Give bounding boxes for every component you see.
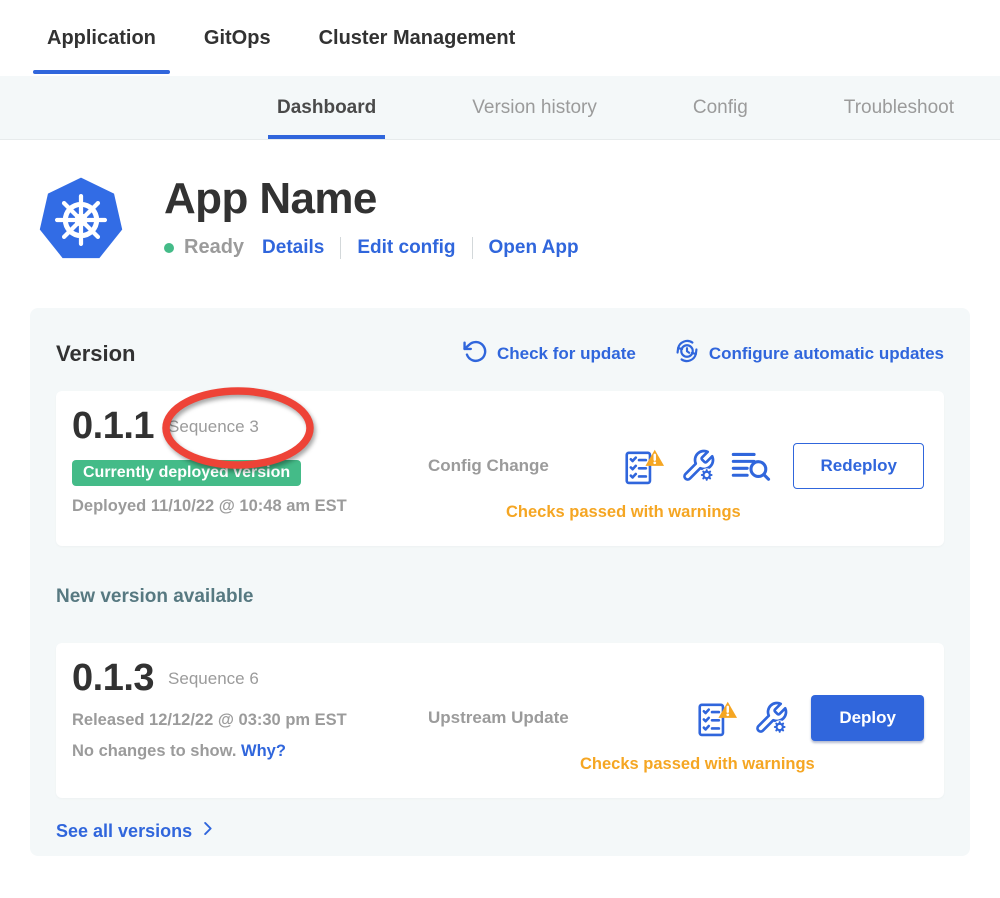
subnav-config[interactable]: Config <box>684 76 757 139</box>
new-version-info: 0.1.3 Sequence 6 Released 12/12/22 @ 03:… <box>72 657 428 798</box>
open-app-link[interactable]: Open App <box>489 237 579 259</box>
see-all-versions-link[interactable]: See all versions <box>56 819 217 843</box>
version-dashboard-card: Version Check for update <box>30 308 970 856</box>
chevron-right-icon <box>198 819 217 843</box>
preflight-checks-icon[interactable] <box>697 700 738 737</box>
version-card-header: Version Check for update <box>56 338 944 369</box>
see-all-versions-label: See all versions <box>56 821 192 842</box>
deploy-button[interactable]: Deploy <box>811 695 924 741</box>
redeploy-button[interactable]: Redeploy <box>793 443 924 489</box>
tab-application[interactable]: Application <box>33 0 170 76</box>
version-source-label: Config Change <box>428 456 549 476</box>
app-title: App Name <box>164 174 579 224</box>
current-version-actions: Config Change <box>428 405 924 546</box>
divider <box>340 237 341 259</box>
configure-automatic-updates-label: Configure automatic updates <box>709 344 944 364</box>
edit-config-link[interactable]: Edit config <box>357 237 455 259</box>
version-heading: Version <box>56 341 463 367</box>
deployed-timestamp: Deployed 11/10/22 @ 10:48 am EST <box>72 497 428 516</box>
divider <box>472 237 473 259</box>
currently-deployed-badge: Currently deployed version <box>72 460 301 486</box>
why-link[interactable]: Why? <box>241 742 286 760</box>
app-subnav: Dashboard Version history Config Trouble… <box>0 76 1000 140</box>
new-version-available-heading: New version available <box>56 586 944 608</box>
configure-automatic-updates-link[interactable]: Configure automatic updates <box>674 338 944 369</box>
new-version-actions: Upstream Update <box>428 657 924 798</box>
no-changes-text: No changes to show. <box>72 742 236 760</box>
clock-refresh-icon <box>674 338 700 369</box>
check-for-update-link[interactable]: Check for update <box>463 339 636 369</box>
new-version-sequence: Sequence 6 <box>168 669 259 689</box>
preflight-checks-icon[interactable] <box>624 448 665 485</box>
edit-config-icon[interactable] <box>680 448 716 484</box>
new-version-card: 0.1.3 Sequence 6 Released 12/12/22 @ 03:… <box>56 643 944 798</box>
view-files-icon[interactable] <box>731 449 771 483</box>
preflight-checks-status: Checks passed with warnings <box>580 755 924 774</box>
new-version-number: 0.1.3 <box>72 657 154 700</box>
app-status-row: Ready Details Edit config Open App <box>164 236 579 259</box>
app-status: Ready <box>184 236 244 259</box>
status-dot-icon <box>164 243 174 253</box>
primary-nav: Application GitOps Cluster Management <box>0 0 1000 76</box>
current-version-sequence: Sequence 3 <box>168 417 259 437</box>
details-link[interactable]: Details <box>262 237 324 259</box>
no-changes-line: No changes to show. Why? <box>72 742 428 761</box>
app-info: App Name Ready Details Edit config Open … <box>164 170 579 270</box>
kubernetes-logo-icon <box>35 170 127 270</box>
check-for-update-label: Check for update <box>497 344 636 364</box>
edit-config-icon[interactable] <box>753 700 789 736</box>
current-version-info: 0.1.1 Sequence 3 Currently deployed vers… <box>72 405 428 546</box>
version-source-label: Upstream Update <box>428 708 569 728</box>
subnav-troubleshoot[interactable]: Troubleshoot <box>835 76 963 139</box>
released-timestamp: Released 12/12/22 @ 03:30 pm EST <box>72 711 428 730</box>
kots-admin-console: { "top_nav": { "items": [ { "label": "Ap… <box>0 0 1000 898</box>
subnav-version-history[interactable]: Version history <box>463 76 606 139</box>
app-header: App Name Ready Details Edit config Open … <box>0 140 1000 270</box>
preflight-checks-status: Checks passed with warnings <box>506 503 924 522</box>
tab-cluster-management[interactable]: Cluster Management <box>305 0 530 76</box>
subnav-dashboard[interactable]: Dashboard <box>268 76 385 139</box>
version-action-icons <box>697 700 789 737</box>
tab-gitops[interactable]: GitOps <box>190 0 285 76</box>
current-version-number: 0.1.1 <box>72 405 154 448</box>
current-version-card: 0.1.1 Sequence 3 Currently deployed vers… <box>56 391 944 546</box>
refresh-icon <box>463 339 488 369</box>
version-action-icons <box>624 448 771 485</box>
